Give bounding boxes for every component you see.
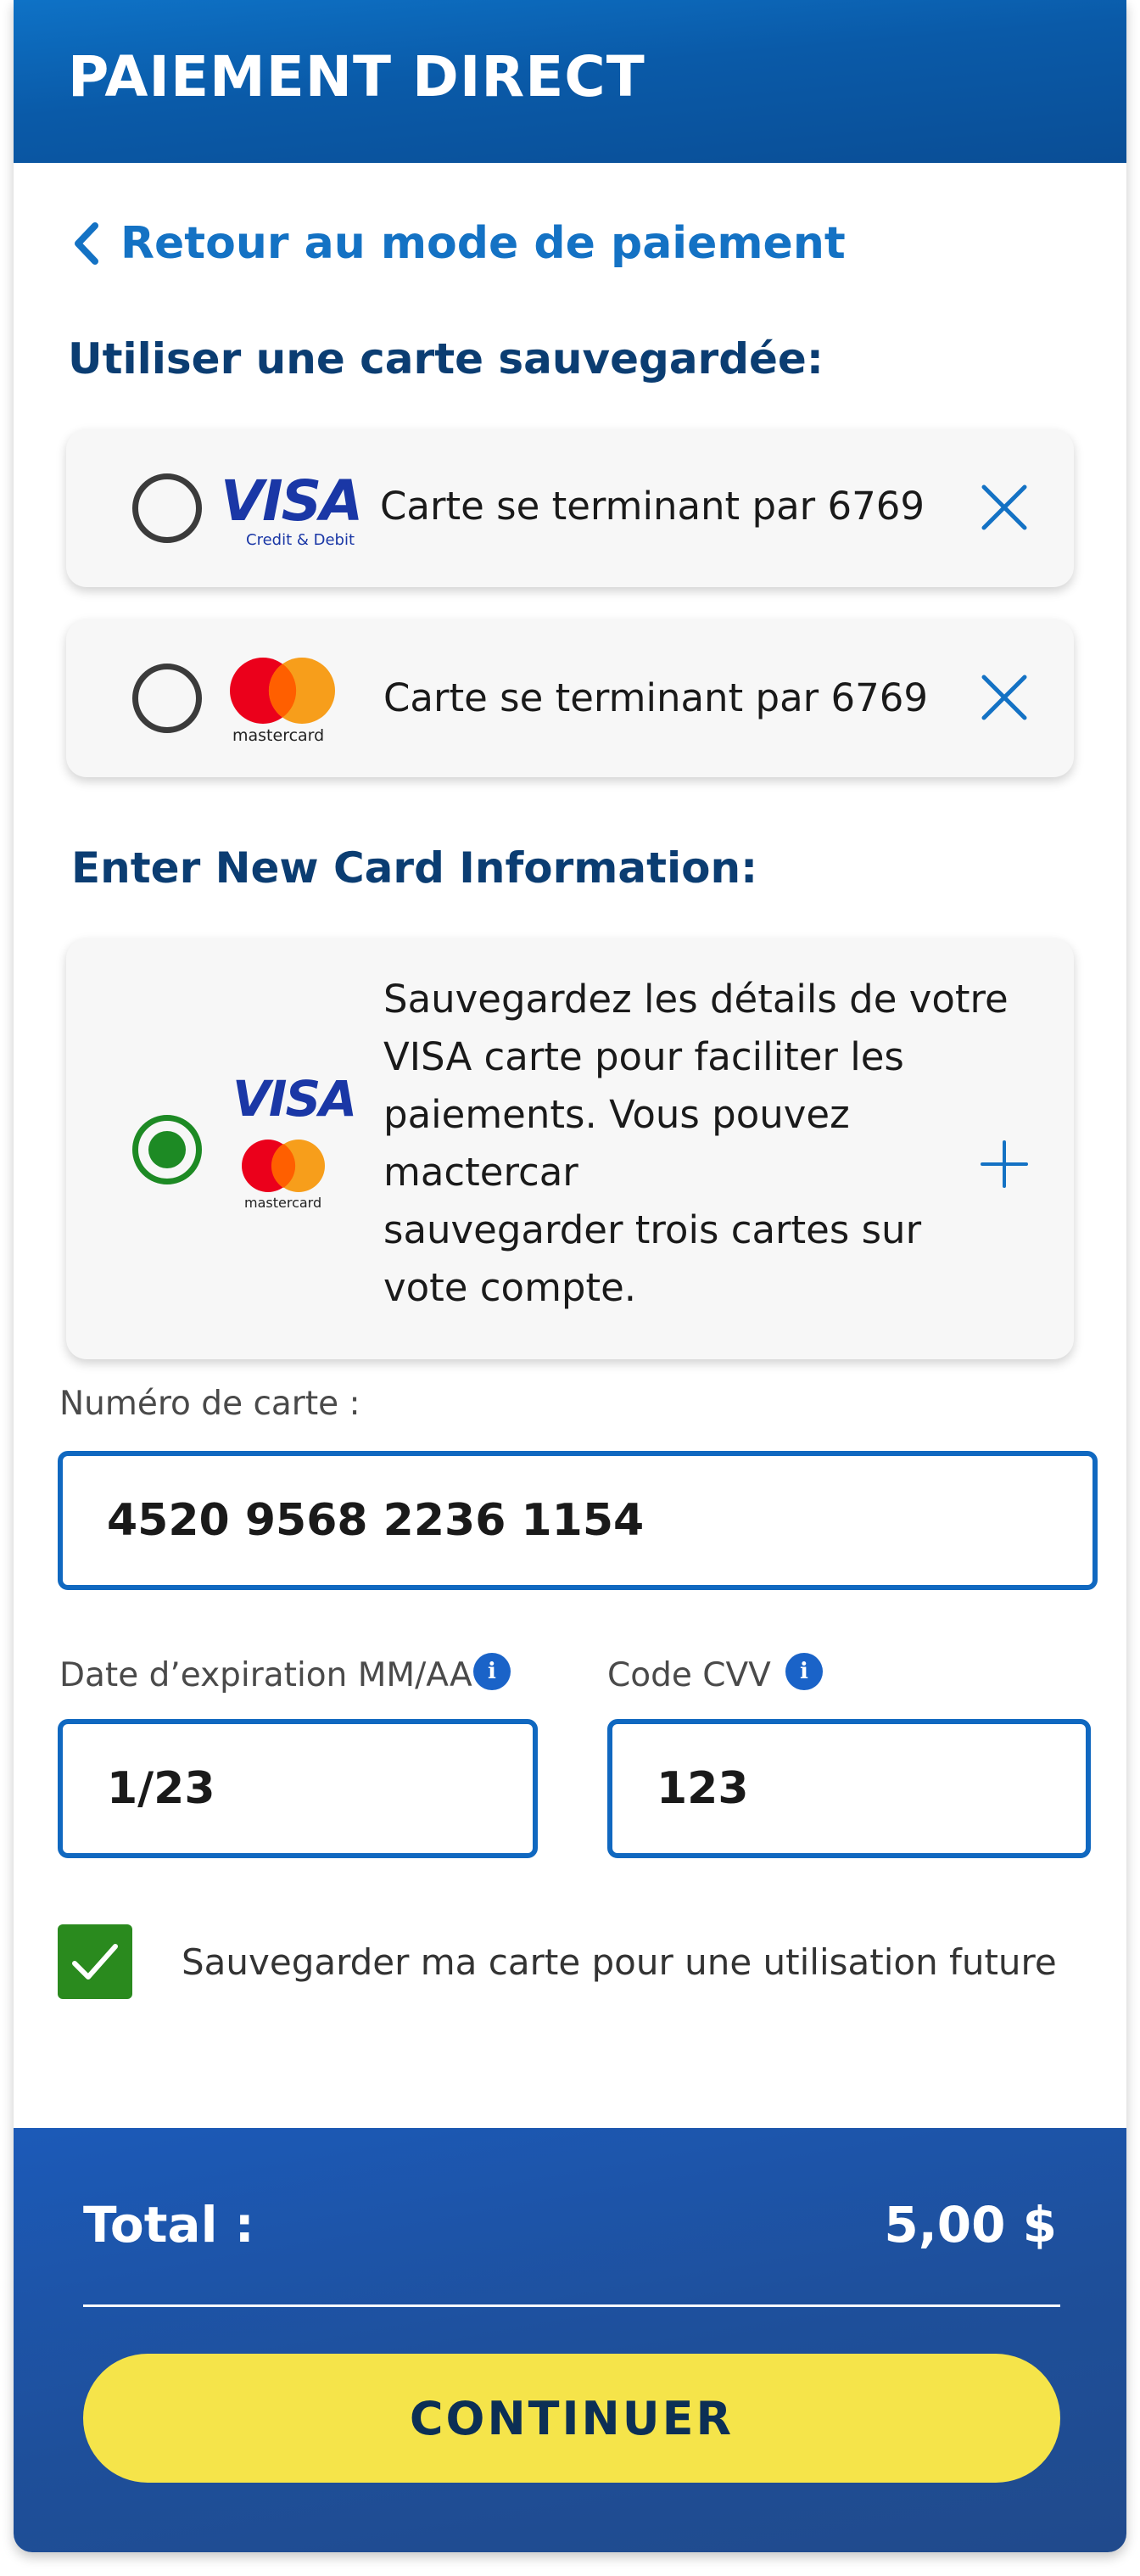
saved-card-mastercard-radio[interactable]	[132, 664, 202, 733]
visa-logo: VISA	[221, 468, 363, 534]
visa-logo: VISA	[232, 1070, 357, 1128]
new-card-description-line: vote compte.	[383, 1265, 637, 1310]
checkmark-icon	[72, 1944, 118, 1980]
back-link-label: Retour au mode de paiement	[120, 218, 846, 269]
back-to-payment-method-link[interactable]: Retour au mode de paiement	[71, 214, 846, 273]
mastercard-wordmark: mastercard	[244, 1195, 322, 1211]
saved-card-mastercard[interactable]: mastercard Carte se terminant par 6769	[66, 619, 1074, 777]
new-card-description-line: Sauvegardez les détails de votre	[383, 977, 1009, 1022]
total-value: 5,00 $	[884, 2196, 1057, 2254]
saved-cards-title: Utiliser une carte sauvegardée:	[68, 334, 824, 384]
header: PAIEMENT DIRECT	[14, 0, 1126, 163]
expiry-input[interactable]: 1/23	[58, 1719, 538, 1858]
cvv-label: Code CVV	[607, 1656, 771, 1694]
mastercard-logo-icon	[242, 1140, 325, 1192]
new-card-title: Enter New Card Information:	[71, 843, 758, 893]
footer: Total : 5,00 $ CONTINUER	[14, 2128, 1126, 2552]
saved-card-mastercard-label: Carte se terminant par 6769	[383, 675, 928, 720]
add-card-icon[interactable]	[979, 1139, 1030, 1190]
total-label: Total :	[83, 2196, 254, 2254]
saved-card-visa-radio[interactable]	[132, 473, 202, 543]
new-card-description-line: VISA carte pour faciliter les	[383, 1034, 904, 1079]
continue-button[interactable]: CONTINUER	[83, 2354, 1060, 2483]
cvv-info-icon[interactable]: i	[785, 1653, 823, 1690]
payment-panel: PAIEMENT DIRECT Retour au mode de paieme…	[14, 0, 1126, 2552]
new-card-description-line: sauvegarder trois cartes sur	[383, 1207, 922, 1252]
page-title: PAIEMENT DIRECT	[68, 44, 645, 109]
remove-card-icon[interactable]	[979, 672, 1030, 723]
save-card-label: Sauvegarder ma carte pour une utilisatio…	[182, 1941, 1057, 1983]
chevron-left-icon	[75, 222, 98, 265]
mastercard-logo-icon	[230, 658, 335, 724]
mastercard-wordmark: mastercard	[232, 726, 325, 745]
saved-card-visa-label: Carte se terminant par 6769	[380, 484, 925, 529]
cvv-input[interactable]: 123	[607, 1719, 1091, 1858]
footer-divider	[83, 2304, 1060, 2307]
card-number-input[interactable]: 4520 9568 2236 1154	[58, 1451, 1098, 1590]
expiry-label: Date d’expiration MM/AA	[59, 1656, 472, 1694]
new-card-description-line: mactercar	[383, 1150, 578, 1195]
expiry-info-icon[interactable]: i	[473, 1653, 511, 1690]
remove-card-icon[interactable]	[979, 482, 1030, 533]
card-number-label: Numéro de carte :	[59, 1385, 360, 1423]
new-card-radio[interactable]	[132, 1115, 202, 1184]
new-card-description: Sauvegardez les détails de votre VISA ca…	[383, 971, 1009, 1317]
visa-logo-subtitle: Credit & Debit	[246, 531, 355, 549]
save-card-checkbox[interactable]	[58, 1924, 132, 1999]
new-card-description-line: paiements. Vous pouvez	[383, 1092, 850, 1137]
saved-card-visa[interactable]: VISA Credit & Debit Carte se terminant p…	[66, 429, 1074, 587]
